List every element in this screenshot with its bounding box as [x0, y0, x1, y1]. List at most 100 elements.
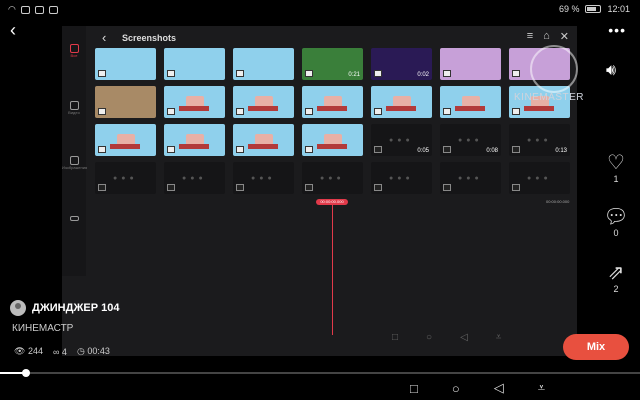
video-inner-navbar: □ ○ ◁ ⩡: [392, 332, 501, 343]
progress-track[interactable]: [0, 372, 640, 374]
thumb-dots: ●●●: [320, 175, 345, 182]
media-thumbnail: [371, 86, 432, 118]
recents-icon[interactable]: □: [410, 381, 418, 396]
sort-icon: ≡: [526, 30, 534, 42]
share-icon: ⇗: [607, 262, 625, 284]
menu-down-icon[interactable]: ⩡: [538, 380, 545, 396]
media-type-icon: [443, 146, 451, 153]
mix-button[interactable]: Mix: [563, 334, 629, 360]
media-type-icon: [443, 108, 451, 115]
media-thumbnail: [233, 86, 294, 118]
home-icon[interactable]: ○: [452, 381, 460, 396]
system-navbar: □ ○ ◁ ⩡: [410, 380, 545, 396]
links-stat: ∞ 4: [53, 347, 67, 357]
media-type-icon: [512, 146, 520, 153]
sidebar-item-images: Изображения: [62, 156, 88, 170]
media-type-icon: [443, 184, 451, 191]
like-count: 1: [613, 174, 619, 184]
inner-menu-icon: ⩡: [495, 332, 502, 343]
media-thumbnail: [164, 86, 225, 118]
camera-icon: [48, 5, 58, 14]
thumb-bar: [248, 144, 278, 149]
thumb-dots: ●●●: [389, 137, 414, 144]
comment-icon: 💬︎: [603, 206, 629, 228]
thumb-dots: ●●●: [113, 175, 138, 182]
media-type-icon: [305, 70, 313, 77]
sidebar-label: Видео: [68, 110, 80, 115]
media-thumbnail: [302, 124, 363, 156]
eye-icon: 👁︎: [14, 346, 26, 356]
close-icon: ✕: [559, 31, 569, 43]
sidebar-item-video: Видео: [62, 101, 86, 115]
status-bar: ◠ 69 % 12:01: [0, 0, 640, 18]
thumb-bar: [317, 144, 347, 149]
media-thumbnail: [440, 86, 501, 118]
media-thumbnail: ●●●: [233, 162, 294, 194]
thumb-bar: [179, 106, 209, 111]
media-thumbnail: ●●● 0:08: [440, 124, 501, 156]
share-button[interactable]: ⇗ 2: [596, 262, 636, 294]
media-thumbnail: [164, 48, 225, 80]
avatar[interactable]: [10, 300, 26, 316]
media-thumbnail: ●●●: [164, 162, 225, 194]
playhead: [332, 205, 333, 335]
media-type-icon: [98, 184, 106, 191]
link-icon: ∞: [52, 346, 60, 357]
media-type-icon: [374, 108, 382, 115]
sidebar-label: Все: [70, 53, 78, 58]
video-caption: КИНЕМАСТР: [12, 323, 74, 334]
more-options-icon[interactable]: •••: [608, 22, 626, 38]
media-thumbnail: [95, 86, 156, 118]
thumb-duration: 0:08: [486, 148, 498, 154]
media-thumbnail: ●●●: [95, 162, 156, 194]
video-folder-title: Screenshots: [122, 33, 177, 43]
media-thumbnail: [95, 124, 156, 156]
media-type-icon: [98, 146, 106, 153]
progress-handle[interactable]: [21, 369, 30, 377]
media-type-icon: [305, 108, 313, 115]
thumb-bar: [179, 144, 209, 149]
inner-home-icon: ○: [426, 332, 433, 343]
media-thumbnail: [440, 48, 501, 80]
duration-value: 00:43: [87, 346, 110, 356]
thumb-bar: [524, 106, 554, 111]
thumb-bar: [248, 106, 278, 111]
author-name[interactable]: ДЖИНДЖЕР 104: [32, 302, 120, 314]
media-type-icon: [374, 146, 382, 153]
end-time: 00:00:00.000: [546, 199, 570, 204]
back-icon[interactable]: ‹: [10, 20, 16, 41]
all-icon: [69, 44, 79, 53]
clock-icon: ◷: [76, 346, 85, 356]
links-count: 4: [61, 346, 67, 357]
back-nav-icon[interactable]: ◁: [494, 380, 504, 396]
thumb-duration: 0:02: [417, 72, 429, 78]
comment-button[interactable]: 💬︎ 0: [596, 206, 636, 238]
sidebar-item-layers: [62, 216, 86, 221]
volume-icon[interactable]: 🔊︎: [606, 62, 616, 80]
watermark: KINEMASTER: [514, 92, 585, 103]
views-stat: 👁︎ 244: [14, 346, 43, 357]
photo-icon: [20, 5, 30, 14]
media-thumbnail: ●●●: [371, 162, 432, 194]
like-button[interactable]: ♡ 1: [596, 152, 636, 184]
sidebar-label: Изображения: [62, 165, 88, 170]
inner-recents-icon: □: [392, 332, 399, 343]
media-type-icon: [374, 184, 382, 191]
media-type-icon: [167, 108, 175, 115]
video-header: ‹ Screenshots ≡ ⌂ ✕: [92, 30, 577, 46]
battery-percent: 69 %: [558, 4, 580, 14]
video-back-icon: ‹: [102, 30, 107, 45]
media-type-icon: [98, 70, 106, 77]
media-thumbnail: ●●●: [302, 162, 363, 194]
thumb-dots: ●●●: [527, 137, 552, 144]
battery-icon: [585, 5, 602, 13]
media-type-icon: [98, 108, 106, 115]
thumb-bar: [317, 106, 347, 111]
media-type-icon: [512, 184, 520, 191]
author-row[interactable]: ДЖИНДЖЕР 104: [10, 300, 120, 316]
media-thumbnail: [164, 124, 225, 156]
media-type-icon: [167, 184, 175, 191]
status-left-icons: ◠: [8, 4, 58, 15]
comment-count: 0: [613, 228, 619, 238]
views-count: 244: [27, 346, 43, 356]
